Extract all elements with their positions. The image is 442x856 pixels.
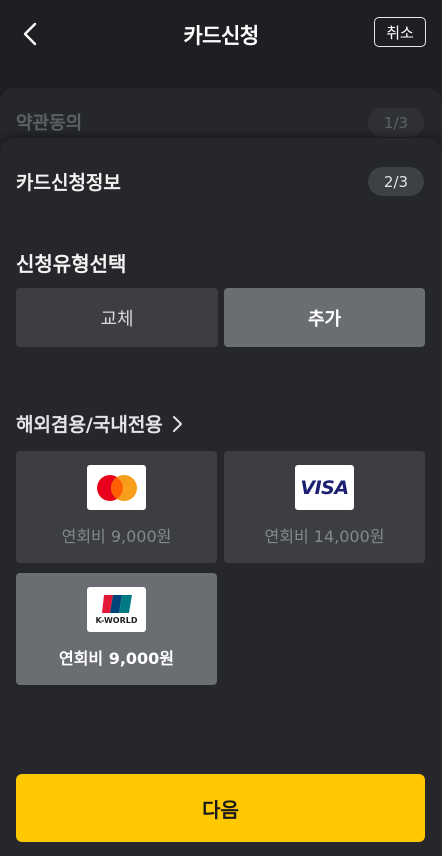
next-button[interactable]: 다음 — [16, 774, 425, 842]
card-fee: 연회비 9,000원 — [58, 649, 175, 668]
unionpay-kworld-logo-icon: K-WORLD — [87, 587, 146, 632]
step-terms-badge: 1/3 — [368, 108, 424, 137]
kworld-logo-text: K-WORLD — [95, 616, 138, 625]
visa-logo-icon: VISA — [295, 465, 354, 510]
chevron-right-icon — [172, 415, 182, 432]
step-card-info-label: 카드신청정보 — [16, 172, 121, 194]
usage-type-title: 해외겸용/국내전용 — [16, 414, 163, 436]
card-option-mastercard[interactable]: 연회비 9,000원 — [16, 451, 217, 563]
apply-type-add-button[interactable]: 추가 — [224, 288, 425, 347]
cancel-button[interactable]: 취소 — [374, 17, 426, 47]
card-fee: 연회비 14,000원 — [264, 527, 385, 546]
step-terms-label: 약관동의 — [16, 113, 83, 134]
card-fee: 연회비 9,000원 — [61, 527, 172, 546]
apply-type-replace-button[interactable]: 교체 — [16, 288, 218, 347]
mastercard-logo-icon — [87, 465, 146, 510]
card-option-unionpay-kworld[interactable]: K-WORLD 연회비 9,000원 — [16, 573, 217, 685]
step-card-info-badge: 2/3 — [368, 167, 424, 196]
app-header: 카드신청 취소 — [0, 0, 442, 66]
visa-logo-text: VISA — [300, 476, 349, 499]
apply-type-title: 신청유형선택 — [16, 252, 127, 276]
card-option-visa[interactable]: VISA 연회비 14,000원 — [224, 451, 425, 563]
usage-type-link[interactable]: 해외겸용/국내전용 — [16, 410, 183, 437]
